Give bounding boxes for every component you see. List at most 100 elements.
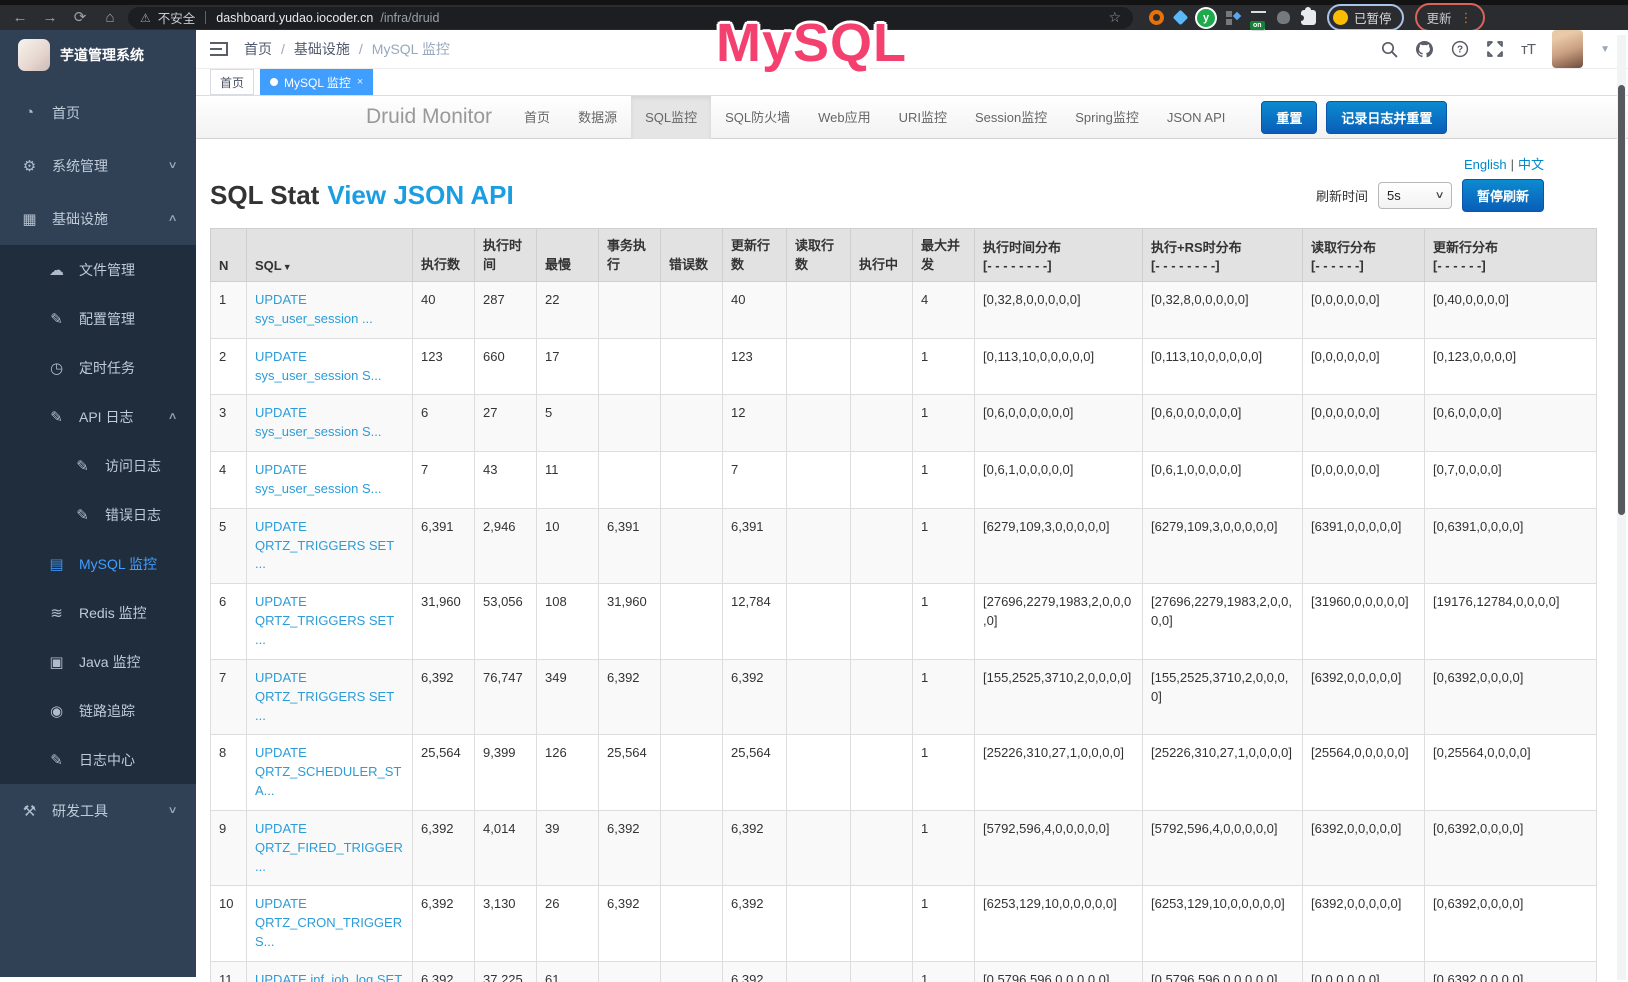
column-header[interactable]: 最慢 — [537, 229, 599, 282]
extension-person-icon[interactable] — [1277, 11, 1290, 24]
sidebar-item-错误日志[interactable]: ✎错误日志 — [0, 490, 196, 539]
extension-y-icon[interactable]: y — [1197, 9, 1215, 27]
scrollbar-thumb[interactable] — [1618, 85, 1625, 515]
extension-donut-icon[interactable] — [1149, 10, 1164, 25]
search-icon[interactable] — [1381, 41, 1398, 58]
sidebar-item-redis-监控[interactable]: ≋Redis 监控 — [0, 588, 196, 637]
druid-tab-sql监控[interactable]: SQL监控 — [631, 96, 711, 139]
view-json-api-link[interactable]: View JSON API — [327, 180, 513, 210]
sql-link[interactable]: UPDATE QRTZ_TRIGGERS SET ... — [255, 519, 394, 572]
column-header[interactable]: 执行数 — [413, 229, 475, 282]
user-avatar[interactable] — [1552, 30, 1583, 68]
sql-link[interactable]: UPDATE QRTZ_TRIGGERS SET ... — [255, 670, 394, 723]
sidebar-fold-icon[interactable] — [210, 42, 228, 56]
log-and-reset-button[interactable]: 记录日志并重置 — [1326, 101, 1447, 134]
fullscreen-icon[interactable] — [1486, 40, 1504, 58]
sql-link[interactable]: UPDATE QRTZ_TRIGGERS SET ... — [255, 594, 394, 647]
druid-tab-首页[interactable]: 首页 — [510, 96, 564, 139]
breadcrumb-item[interactable]: 基础设施 — [294, 39, 350, 59]
sidebar-item-基础设施[interactable]: ▦基础设施∧ — [0, 192, 196, 245]
back-icon[interactable]: ← — [8, 6, 32, 30]
value-cell: 31,960 — [413, 584, 475, 660]
sidebar-item-定时任务[interactable]: ◷定时任务 — [0, 343, 196, 392]
sidebar-item-链路追踪[interactable]: ◉链路追踪 — [0, 686, 196, 735]
column-header[interactable]: 更新行分布[- - - - - -] — [1425, 229, 1597, 282]
column-header[interactable]: 错误数 — [661, 229, 723, 282]
column-header[interactable]: 更新行数 — [723, 229, 787, 282]
reset-button[interactable]: 重置 — [1261, 101, 1317, 134]
column-header[interactable]: 执行+RS时分布[- - - - - - - -] — [1143, 229, 1303, 282]
not-secure-warning-icon[interactable]: ⚠ — [140, 11, 151, 25]
update-chip[interactable]: 更新 ⋮ — [1415, 3, 1485, 32]
column-header[interactable]: 读取行分布[- - - - - -] — [1303, 229, 1425, 282]
column-header[interactable]: 执行时间分布[- - - - - - - -] — [975, 229, 1143, 282]
sql-link[interactable]: UPDATE sys_user_session S... — [255, 405, 381, 439]
home-icon[interactable]: ⌂ — [98, 6, 122, 30]
druid-tab-web应用[interactable]: Web应用 — [804, 96, 885, 139]
sidebar-item-java-监控[interactable]: ▣Java 监控 — [0, 637, 196, 686]
help-icon[interactable]: ? — [1451, 40, 1469, 58]
column-header[interactable]: 执行时间 — [475, 229, 537, 282]
address-bar[interactable]: ⚠ 不安全 dashboard.yudao.iocoder.cn/infra/d… — [128, 7, 1133, 29]
column-header[interactable]: 读取行数 — [787, 229, 851, 282]
pause-refresh-button[interactable]: 暂停刷新 — [1462, 179, 1544, 212]
breadcrumb-item[interactable]: 首页 — [244, 39, 272, 59]
sidebar-item-系统管理[interactable]: ⚙系统管理∨ — [0, 139, 196, 192]
bookmark-star-icon[interactable]: ☆ — [1108, 9, 1121, 26]
lang-chinese-link[interactable]: 中文 — [1518, 157, 1544, 172]
druid-tab-数据源[interactable]: 数据源 — [564, 96, 631, 139]
extensions-row: y on 已暂停 更新 ⋮ — [1149, 3, 1485, 32]
github-icon[interactable] — [1415, 40, 1434, 58]
table-row: 9UPDATE QRTZ_FIRED_TRIGGER...6,3924,0143… — [211, 810, 1597, 886]
extension-squares-icon[interactable] — [1226, 11, 1240, 25]
sql-cell: UPDATE QRTZ_TRIGGERS SET ... — [247, 659, 413, 735]
column-header[interactable]: 最大并发 — [913, 229, 975, 282]
druid-tab-json api[interactable]: JSON API — [1153, 96, 1240, 139]
refresh-interval-select[interactable]: 5s ∨ — [1378, 182, 1452, 209]
extension-list-icon[interactable]: on — [1251, 11, 1266, 24]
column-header[interactable]: N — [211, 229, 247, 282]
sql-link[interactable]: UPDATE QRTZ_SCHEDULER_STA... — [255, 745, 401, 798]
extension-gem-icon[interactable] — [1173, 10, 1189, 26]
lang-english-link[interactable]: English — [1464, 157, 1507, 172]
tag-close-icon[interactable]: × — [357, 76, 363, 88]
sql-link[interactable]: UPDATE sys_user_session S... — [255, 349, 381, 383]
sidebar-item-mysql-监控[interactable]: ▤MySQL 监控 — [0, 539, 196, 588]
value-cell — [599, 338, 661, 395]
sidebar-item-研发工具[interactable]: ⚒研发工具∨ — [0, 784, 196, 837]
value-cell: 1 — [913, 395, 975, 452]
sidebar-item-文件管理[interactable]: ☁文件管理 — [0, 245, 196, 294]
sql-link[interactable]: UPDATE sys_user_session S... — [255, 462, 381, 496]
sql-link[interactable]: UPDATE QRTZ_CRON_TRIGGERS... — [255, 896, 402, 949]
sidebar-item-访问日志[interactable]: ✎访问日志 — [0, 441, 196, 490]
tag-mysql-监控[interactable]: MySQL 监控× — [260, 69, 373, 95]
column-header[interactable]: 执行中 — [851, 229, 913, 282]
extensions-puzzle-icon[interactable] — [1301, 10, 1316, 25]
sql-cell: UPDATE inf_job_log SET e... — [247, 961, 413, 982]
not-secure-label[interactable]: 不安全 — [158, 8, 196, 27]
sidebar-item-api-日志[interactable]: ✎API 日志∧ — [0, 392, 196, 441]
value-cell: [25226,310,27,1,0,0,0,0] — [975, 735, 1143, 811]
forward-icon[interactable]: → — [38, 6, 62, 30]
druid-tab-sql防火墙[interactable]: SQL防火墙 — [711, 96, 804, 139]
sidebar-item-日志中心[interactable]: ✎日志中心 — [0, 735, 196, 784]
druid-tab-session监控[interactable]: Session监控 — [961, 96, 1061, 139]
font-size-icon[interactable]: тT — [1521, 41, 1535, 58]
scrollbar[interactable] — [1617, 35, 1626, 980]
reload-icon[interactable]: ⟳ — [68, 6, 92, 30]
chevron-down-icon[interactable]: ▼ — [1600, 44, 1610, 55]
druid-tab-spring监控[interactable]: Spring监控 — [1061, 96, 1153, 139]
tag-首页[interactable]: 首页 — [210, 69, 254, 95]
sql-link[interactable]: UPDATE sys_user_session ... — [255, 292, 373, 326]
sql-cell: UPDATE sys_user_session ... — [247, 282, 413, 339]
sql-link[interactable]: UPDATE inf_job_log SET e... — [255, 972, 402, 982]
column-header[interactable]: 事务执行 — [599, 229, 661, 282]
druid-tab-uri监控[interactable]: URI监控 — [885, 96, 961, 139]
sidebar-logo[interactable]: 芋道管理系统 — [0, 30, 196, 80]
kebab-menu-icon[interactable]: ⋮ — [1460, 10, 1473, 26]
sql-link[interactable]: UPDATE QRTZ_FIRED_TRIGGER... — [255, 821, 403, 874]
sidebar-item-首页[interactable]: ◔首页 — [0, 86, 196, 139]
column-header[interactable]: SQL▼ — [247, 229, 413, 282]
sidebar-item-配置管理[interactable]: ✎配置管理 — [0, 294, 196, 343]
profile-paused-chip[interactable]: 已暂停 — [1327, 4, 1404, 31]
